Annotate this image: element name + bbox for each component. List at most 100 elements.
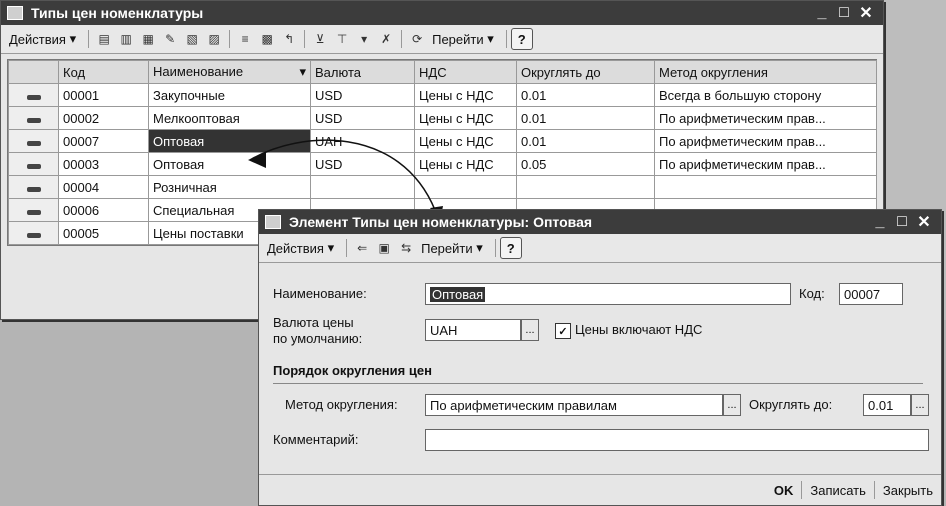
method-label: Метод округления:	[285, 397, 398, 412]
table-header-row: Код Наименование ▾ Валюта НДС Округлять …	[8, 60, 877, 84]
cell-code[interactable]: 00003	[58, 152, 149, 176]
cell-round[interactable]: 0.01	[516, 106, 655, 130]
structure-icon[interactable]: ⇆	[397, 240, 415, 256]
add-icon[interactable]: ▤	[95, 31, 113, 47]
window-icon	[7, 6, 23, 20]
comment-label: Комментарий:	[273, 432, 359, 447]
row-marker	[8, 106, 59, 130]
cell-code[interactable]: 00002	[58, 106, 149, 130]
row-marker	[8, 152, 59, 176]
cell-code[interactable]: 00005	[58, 221, 149, 245]
section-divider	[273, 383, 923, 384]
edit-icon[interactable]: ✎	[161, 31, 179, 47]
dialog-help-button[interactable]: ?	[499, 237, 522, 259]
column-header-code[interactable]: Код	[58, 60, 149, 84]
currency-select-button[interactable]: ...	[521, 319, 539, 341]
minimize-icon[interactable]: _	[869, 213, 891, 231]
element-dialog: Элемент Типы цен номенклатуры: Оптовая _…	[258, 209, 942, 506]
cell-name[interactable]: Закупочные	[148, 83, 311, 107]
column-header-round[interactable]: Округлять до	[516, 60, 655, 84]
cell-name[interactable]: Мелкооптовая	[148, 106, 311, 130]
dialog-actions-menu-button[interactable]: Действия ▾	[263, 238, 338, 258]
list-icon[interactable]: ▩	[258, 31, 276, 47]
cell-round[interactable]	[516, 175, 655, 199]
cell-round[interactable]: 0.01	[516, 83, 655, 107]
add-group-icon[interactable]: ▥	[117, 31, 135, 47]
code-field[interactable]: 00007	[839, 283, 903, 305]
toolbar-separator	[494, 239, 496, 257]
item-icon	[26, 209, 41, 215]
close-icon[interactable]: ✕	[855, 3, 877, 23]
item-icon	[26, 140, 41, 146]
cell-code[interactable]: 00001	[58, 83, 149, 107]
move-to-group-icon[interactable]: ⇐	[353, 240, 371, 256]
disable-filter-icon[interactable]: ✗	[377, 31, 395, 47]
dialog-goto-menu-button[interactable]: Перейти ▾	[417, 238, 487, 258]
parent-level-icon[interactable]: ↰	[280, 31, 298, 47]
code-value: 00007	[844, 286, 881, 302]
window-icon	[265, 215, 281, 229]
row-marker	[8, 221, 59, 245]
cell-method[interactable]: По арифметическим прав...	[654, 106, 877, 130]
sort-desc-icon: ▾	[299, 64, 306, 79]
dialog-title: Элемент Типы цен номенклатуры: Оптовая	[289, 214, 593, 230]
close-icon[interactable]: ✕	[913, 212, 935, 232]
copy-icon[interactable]: ▦	[139, 31, 157, 47]
row-marker	[8, 83, 59, 107]
help-button[interactable]: ?	[510, 28, 533, 50]
maximize-icon[interactable]: □	[891, 213, 913, 231]
cell-code[interactable]: 00004	[58, 175, 149, 199]
cell-code[interactable]: 00007	[58, 129, 149, 153]
goto-label: Перейти	[432, 31, 484, 47]
filter-by-value-icon[interactable]: ⊤	[333, 31, 351, 47]
cell-method[interactable]	[654, 175, 877, 199]
actions-menu-button[interactable]: Действия ▾	[5, 29, 80, 49]
cell-currency[interactable]: USD	[310, 83, 415, 107]
item-icon	[26, 163, 41, 169]
vat-checkbox[interactable]: ✓	[555, 323, 571, 339]
table-row[interactable]: 00001 Закупочные USD Цены с НДС 0.01 Все…	[8, 83, 877, 107]
close-button[interactable]: Закрыть	[875, 483, 941, 498]
column-header-currency[interactable]: Валюта	[310, 60, 415, 84]
cell-method[interactable]: Всегда в большую сторону	[654, 83, 877, 107]
cell-vat[interactable]: Цены с НДС	[414, 106, 517, 130]
comment-field[interactable]	[425, 429, 929, 451]
round-field[interactable]: 0.01	[863, 394, 911, 416]
method-select-button[interactable]: ...	[723, 394, 741, 416]
cell-round[interactable]: 0.01	[516, 129, 655, 153]
dialog-toolbar: Действия ▾ ⇐ ▣ ⇆ Перейти ▾ ?	[259, 234, 941, 263]
delete-icon[interactable]: ▨	[205, 31, 223, 47]
table-row[interactable]: 00002 Мелкооптовая USD Цены с НДС 0.01 П…	[8, 106, 877, 130]
maximize-icon[interactable]: □	[833, 4, 855, 22]
round-select-button[interactable]: ...	[911, 394, 929, 416]
cell-method[interactable]: По арифметическим прав...	[654, 152, 877, 176]
method-field[interactable]: По арифметическим правилам	[425, 394, 723, 416]
column-header-method[interactable]: Метод округления	[654, 60, 877, 84]
round-label: Округлять до:	[749, 397, 833, 412]
filter-history-icon[interactable]: ▾	[355, 31, 373, 47]
delete-mark-icon[interactable]: ▧	[183, 31, 201, 47]
cell-method[interactable]: По арифметическим прав...	[654, 129, 877, 153]
goto-menu-button[interactable]: Перейти ▾	[428, 29, 498, 49]
method-value: По арифметическим правилам	[430, 397, 617, 413]
column-header-name[interactable]: Наименование ▾	[148, 60, 311, 84]
cell-vat[interactable]: Цены с НДС	[414, 83, 517, 107]
filter-icon[interactable]: ⊻	[311, 31, 329, 47]
item-icon	[26, 117, 41, 123]
vat-checkbox-label: Цены включают НДС	[575, 322, 703, 337]
name-field[interactable]: Оптовая	[425, 283, 791, 305]
currency-field[interactable]: UAH	[425, 319, 521, 341]
edit-code-icon[interactable]: ▣	[375, 240, 393, 256]
hierarchy-icon[interactable]: ≡	[236, 31, 254, 47]
refresh-icon[interactable]: ⟳	[408, 31, 426, 47]
cell-round[interactable]: 0.05	[516, 152, 655, 176]
column-header-vat[interactable]: НДС	[414, 60, 517, 84]
save-button[interactable]: Записать	[802, 483, 874, 498]
main-titlebar: Типы цен номенклатуры _ □ ✕	[1, 1, 883, 25]
cell-code[interactable]: 00006	[58, 198, 149, 222]
ok-button[interactable]: OK	[766, 483, 802, 498]
toolbar-separator	[88, 30, 90, 48]
round-value: 0.01	[868, 397, 894, 413]
minimize-icon[interactable]: _	[811, 4, 833, 22]
cell-currency[interactable]: USD	[310, 106, 415, 130]
